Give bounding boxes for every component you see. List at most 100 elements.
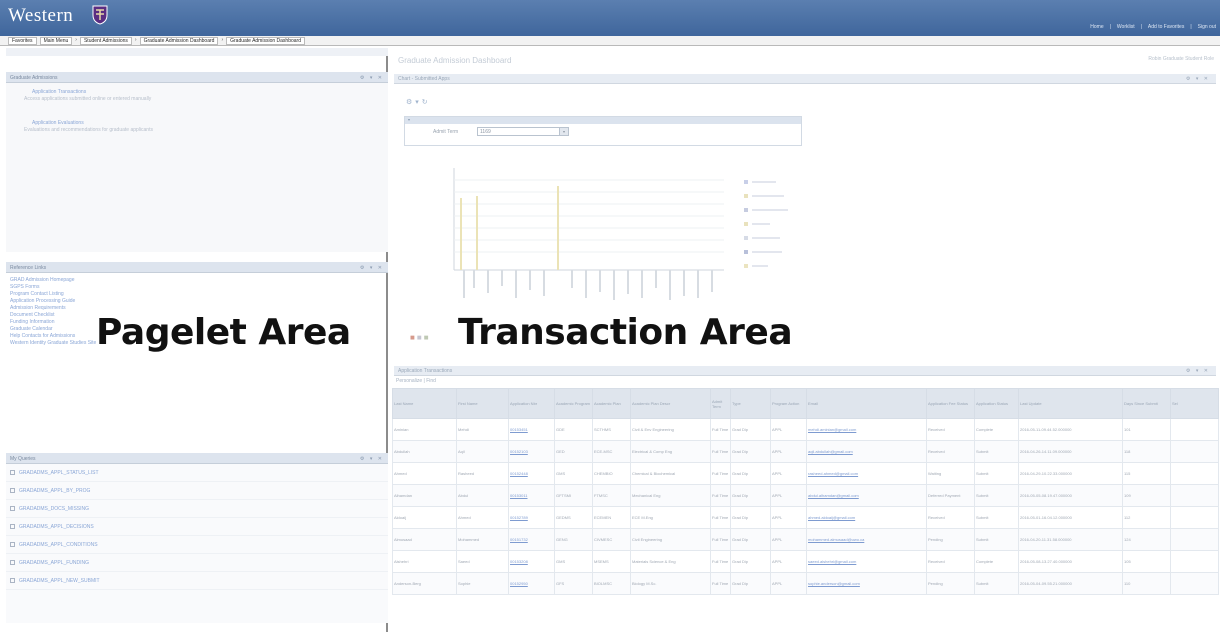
section-controls-icon[interactable]: ⚙ ▾ ✕ — [1186, 368, 1210, 374]
breadcrumb-favorites[interactable]: Favorites — [8, 37, 37, 45]
pagelet-title: My Queries — [10, 456, 36, 462]
table-row[interactable]: Ahmed Rasheed 00152448 GMS CHEMBIO Chemical &… — [392, 462, 1219, 485]
table-cell[interactable]: mehdi.aminian@gmail.com — [806, 418, 927, 441]
pagelet-controls-icon[interactable]: ⚙ ▾ ✕ — [360, 265, 384, 271]
table-cell[interactable]: aqil.abdullah@gmail.com — [806, 440, 927, 463]
table-cell: Aqil — [456, 440, 509, 463]
table-cell: Grad Dip — [730, 484, 771, 507]
column-header[interactable]: Type — [730, 388, 771, 419]
breadcrumb-dashboard[interactable]: Graduate Admission Dashboard — [139, 37, 219, 45]
table-cell[interactable]: 00153451 — [508, 418, 555, 441]
table-row[interactable]: Aldoaij Ahmed 00152789 GEDMS ECEMEN ECE M.Eng… — [392, 506, 1219, 529]
reference-link[interactable]: Admission Requirements — [6, 305, 388, 312]
table-cell: GFTSMI — [554, 484, 593, 507]
table-cell[interactable]: 00152448 — [508, 462, 555, 485]
add-to-favorites-link[interactable]: Add to Favorites — [1148, 24, 1184, 30]
table-row[interactable]: Aminian Mehdi 00153451 GDE SCTHMS Civil & Env… — [392, 418, 1219, 441]
table-row[interactable]: Anderson-Berg Sophie 00152950 GFS BIOLMSC Bio… — [392, 572, 1219, 595]
query-item[interactable]: GRADADMS_APPL_FUNDING — [6, 554, 388, 572]
table-row[interactable]: Alshehri Saeed 00153208 GMS MSEMS Materials S… — [392, 550, 1219, 573]
query-item[interactable]: GRADADMS_DOCS_MISSING — [6, 500, 388, 518]
worklist-link[interactable]: Worklist — [1117, 24, 1135, 30]
table-cell: Grad Dip — [730, 506, 771, 529]
pagelet-controls-icon[interactable]: ⚙ ▾ ✕ — [360, 456, 384, 462]
column-header[interactable]: First Name — [456, 388, 509, 419]
breadcrumb-separator: › — [221, 37, 224, 43]
table-cell: APPL — [770, 572, 807, 595]
column-header[interactable]: Application Status — [974, 388, 1019, 419]
query-item[interactable]: GRADADMS_APPL_NEW_SUBMIT — [6, 572, 388, 590]
table-cell: Sophie — [456, 572, 509, 595]
table-cell: BIOLMSC — [592, 572, 631, 595]
application-evaluations-link[interactable]: Application Evaluations — [6, 120, 388, 127]
table-cell[interactable]: 00151732 — [508, 528, 555, 551]
table-cell: 112 — [1122, 506, 1171, 529]
column-header[interactable]: Days Since Submit — [1122, 388, 1171, 419]
filter-box: ▾ Admit Term 1169 ▾ — [404, 116, 802, 146]
query-item[interactable]: GRADADMS_APPL_STATUS_LIST — [6, 464, 388, 482]
admit-term-select[interactable]: 1169 ▾ — [477, 127, 569, 136]
column-header[interactable]: Admit Term — [710, 388, 731, 419]
table-row[interactable]: Alhamdan Abdul 00153011 GFTSMI FTMSC Mechanic… — [392, 484, 1219, 507]
column-header[interactable]: Email — [806, 388, 927, 419]
table-cell[interactable]: abdul.alhamdan@gmail.com — [806, 484, 927, 507]
table-cell[interactable]: 00152950 — [508, 572, 555, 595]
reference-link[interactable]: Program Contact Listing — [6, 291, 388, 298]
table-row[interactable]: Abdullah Aqil 00152103 GED ECE-MSC Electrical… — [392, 440, 1219, 463]
table-cell: Grad Dip — [730, 572, 771, 595]
column-header[interactable]: Application Nbr — [508, 388, 555, 419]
table-cell[interactable]: saeed.alshehri@gmail.com — [806, 550, 927, 573]
pagelet-controls-icon[interactable]: ⚙ ▾ ✕ — [360, 75, 384, 81]
sign-out-link[interactable]: Sign out — [1198, 24, 1216, 30]
query-item[interactable]: GRADADMS_APPL_DECISIONS — [6, 518, 388, 536]
table-cell — [1170, 418, 1219, 441]
application-transactions-link[interactable]: Application Transactions — [6, 89, 388, 96]
query-item[interactable]: GRADADMS_APPL_BY_PROG — [6, 482, 388, 500]
reference-link[interactable]: SGPS Forms — [6, 284, 388, 291]
reference-link[interactable]: Application Processing Guide — [6, 298, 388, 305]
table-row[interactable]: Almusaad Mohammed 00151732 GENG CIVMESC Civil… — [392, 528, 1219, 551]
admit-term-label: Admit Term — [433, 129, 459, 135]
table-toolbar[interactable]: Personalize | Find — [396, 378, 436, 384]
reference-link[interactable]: GRAD Admission Homepage — [6, 277, 388, 284]
table-cell[interactable]: 00153208 — [508, 550, 555, 573]
pagelet-description: Evaluations and recommendations for grad… — [24, 127, 153, 133]
column-header[interactable]: Academic Plan — [592, 388, 631, 419]
square-icon: ■ — [416, 333, 424, 342]
section-controls-icon[interactable]: ⚙ ▾ ✕ — [1186, 76, 1210, 82]
column-header[interactable]: Application Fee Status — [926, 388, 975, 419]
table-cell: Alshehri — [392, 550, 457, 573]
table-cell: 2016-05-05-08.19.47.000000 — [1018, 484, 1123, 507]
column-header[interactable]: Program Action — [770, 388, 807, 419]
table-cell: Civil Engineering — [630, 528, 711, 551]
column-header[interactable]: Last Name — [392, 388, 457, 419]
breadcrumb-student-admissions[interactable]: Student Admissions — [79, 37, 132, 45]
column-header[interactable]: Sel — [1170, 388, 1219, 419]
table-cell: Submit — [974, 506, 1019, 529]
table-cell[interactable]: 00153011 — [508, 484, 555, 507]
table-cell[interactable]: sophie.anderson@gmail.com — [806, 572, 927, 595]
logo[interactable]: Western — [8, 5, 73, 27]
breadcrumb-dashboard-current[interactable]: Graduate Admission Dashboard — [226, 37, 305, 45]
table-cell[interactable]: rasheed.ahmed@gmail.com — [806, 462, 927, 485]
pagelet-area-header — [6, 48, 388, 56]
table-cell: Full Time — [710, 484, 731, 507]
query-icon — [10, 578, 15, 584]
query-icon — [10, 524, 15, 530]
table-cell[interactable]: 00152789 — [508, 506, 555, 529]
breadcrumb-main-menu[interactable]: Main Menu — [39, 37, 73, 45]
table-cell: Full Time — [710, 550, 731, 573]
query-item[interactable]: GRADADMS_APPL_CONDITIONS — [6, 536, 388, 554]
table-cell[interactable]: 00152103 — [508, 440, 555, 463]
table-cell[interactable]: mohammed.almusaad@uwo.ca — [806, 528, 927, 551]
table-cell: Mohammed — [456, 528, 509, 551]
table-cell: MSEMS — [592, 550, 631, 573]
chart-toolbar[interactable]: ⚙▾↻ — [406, 98, 431, 106]
column-header[interactable]: Academic Program — [554, 388, 593, 419]
table-cell — [1170, 440, 1219, 463]
chart-legend — [744, 180, 788, 268]
home-link[interactable]: Home — [1090, 24, 1103, 30]
table-cell[interactable]: ahmed.aldoaij@gmail.com — [806, 506, 927, 529]
column-header[interactable]: Last Update — [1018, 388, 1123, 419]
column-header[interactable]: Academic Plan Descr — [630, 388, 711, 419]
